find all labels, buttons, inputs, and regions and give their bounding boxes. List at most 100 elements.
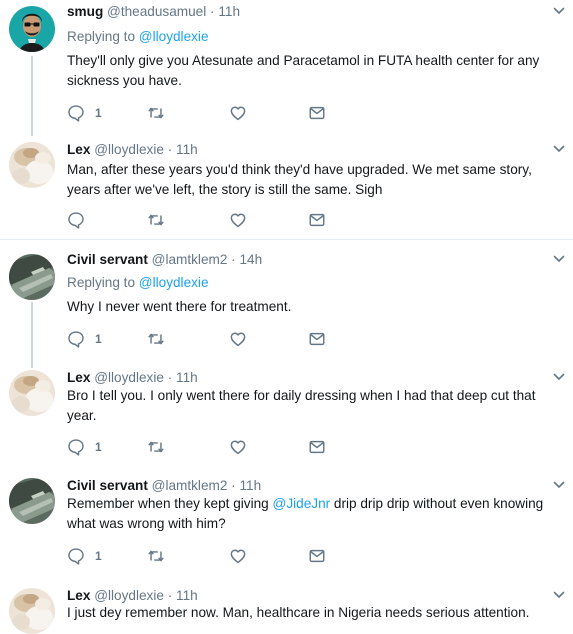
chevron-down-icon[interactable] xyxy=(552,252,566,266)
thread-connector-line xyxy=(31,56,33,136)
replying-to-label: Replying to xyxy=(67,29,136,44)
tweet[interactable]: smug @theadusamuel · 11h Replying to @ll… xyxy=(0,0,573,136)
speech-bubble-icon xyxy=(67,330,85,348)
heart-icon xyxy=(229,211,247,229)
replying-to-line: Replying to @lloydlexie xyxy=(67,274,209,292)
chevron-down-icon[interactable] xyxy=(552,478,566,492)
direct-message-button[interactable] xyxy=(308,546,326,566)
reply-button[interactable] xyxy=(67,210,85,230)
username[interactable]: @lamtklem2 xyxy=(152,252,228,267)
avatar[interactable] xyxy=(9,254,55,300)
tweet-text-part: Remember when they kept giving xyxy=(67,496,273,511)
avatar[interactable] xyxy=(9,588,55,634)
like-button[interactable] xyxy=(229,103,247,123)
tweet[interactable]: Civil servant @lamtklem2 · 14h Replying … xyxy=(0,248,573,368)
tweet-header: Civil servant @lamtklem2 · 11h xyxy=(67,477,261,495)
retweet-button[interactable] xyxy=(147,437,165,457)
envelope-icon xyxy=(308,438,326,456)
replying-to-mention[interactable]: @lloydlexie xyxy=(139,29,209,44)
reply-count: 1 xyxy=(95,440,102,454)
conversation-thread: smug @theadusamuel · 11h Replying to @ll… xyxy=(0,0,573,631)
speech-bubble-icon xyxy=(67,438,85,456)
like-button[interactable] xyxy=(229,546,247,566)
reply-count: 1 xyxy=(95,106,102,120)
tweet-actions: 1 xyxy=(67,546,337,566)
timestamp[interactable]: 11h xyxy=(218,4,240,19)
direct-message-button[interactable] xyxy=(308,210,326,230)
direct-message-button[interactable] xyxy=(308,103,326,123)
speech-bubble-icon xyxy=(67,104,85,122)
like-button[interactable] xyxy=(229,437,247,457)
timestamp[interactable]: 14h xyxy=(239,252,262,267)
tweet[interactable]: Lex @lloydlexie · 11h I just dey remembe… xyxy=(0,584,573,631)
reply-count: 1 xyxy=(95,549,102,563)
replying-to-line: Replying to @lloydlexie xyxy=(67,28,209,46)
mention-link[interactable]: @JideJnr xyxy=(273,496,331,511)
reply-count: 1 xyxy=(95,332,102,346)
thread-connector-line xyxy=(31,302,33,368)
timestamp[interactable]: 11h xyxy=(176,370,198,385)
display-name[interactable]: Civil servant xyxy=(67,252,148,267)
reply-button[interactable]: 1 xyxy=(67,546,102,566)
tweet-actions: 1 xyxy=(67,437,337,457)
like-button[interactable] xyxy=(229,329,247,349)
direct-message-button[interactable] xyxy=(308,329,326,349)
tweet-text: Bro I tell you. I only went there for da… xyxy=(67,388,536,423)
tweet-header: Lex @lloydlexie · 11h xyxy=(67,369,198,387)
display-name[interactable]: smug xyxy=(67,4,103,19)
tweet[interactable]: Lex @lloydlexie · 11h Man, after these y… xyxy=(0,138,573,240)
display-name[interactable]: Lex xyxy=(67,370,90,385)
speech-bubble-icon xyxy=(67,547,85,565)
chevron-down-icon[interactable] xyxy=(552,588,566,602)
tweet-header: Civil servant @lamtklem2 · 14h xyxy=(67,251,262,269)
retweet-button[interactable] xyxy=(147,329,165,349)
tweet-text: Why I never went there for treatment. xyxy=(67,299,292,314)
avatar[interactable] xyxy=(9,478,55,524)
display-name[interactable]: Lex xyxy=(67,588,90,603)
tweet-text: They'll only give you Atesunate and Para… xyxy=(67,53,540,88)
avatar[interactable] xyxy=(9,142,55,188)
tweet-actions: 1 xyxy=(67,329,337,349)
retweet-arrows-icon xyxy=(147,330,165,348)
retweet-button[interactable] xyxy=(147,546,165,566)
reply-button[interactable]: 1 xyxy=(67,329,102,349)
reply-button[interactable]: 1 xyxy=(67,103,102,123)
separator-dot: · xyxy=(227,478,240,493)
tweet[interactable]: Lex @lloydlexie · 11h Bro I tell you. I … xyxy=(0,366,573,468)
reply-button[interactable]: 1 xyxy=(67,437,102,457)
replying-to-mention[interactable]: @lloydlexie xyxy=(139,275,209,290)
heart-icon xyxy=(229,438,247,456)
like-button[interactable] xyxy=(229,210,247,230)
chevron-down-icon[interactable] xyxy=(552,370,566,384)
speech-bubble-icon xyxy=(67,211,85,229)
retweet-button[interactable] xyxy=(147,103,165,123)
direct-message-button[interactable] xyxy=(308,437,326,457)
username[interactable]: @lloydlexie xyxy=(94,370,164,385)
username[interactable]: @lloydlexie xyxy=(94,588,164,603)
username[interactable]: @lloydlexie xyxy=(94,142,164,157)
replying-to-label: Replying to xyxy=(67,275,136,290)
timestamp[interactable]: 11h xyxy=(239,478,261,493)
retweet-button[interactable] xyxy=(147,210,165,230)
avatar[interactable] xyxy=(9,370,55,416)
display-name[interactable]: Civil servant xyxy=(67,478,148,493)
tweet-text: Man, after these years you'd think they'… xyxy=(67,162,532,197)
retweet-arrows-icon xyxy=(147,547,165,565)
envelope-icon xyxy=(308,547,326,565)
separator-dot: · xyxy=(227,252,240,267)
retweet-arrows-icon xyxy=(147,211,165,229)
tweet[interactable]: Civil servant @lamtklem2 · 11h Remember … xyxy=(0,474,573,578)
tweet-header: smug @theadusamuel · 11h xyxy=(67,3,240,21)
envelope-icon xyxy=(308,104,326,122)
timestamp[interactable]: 11h xyxy=(176,588,198,603)
chevron-down-icon[interactable] xyxy=(552,142,566,156)
separator-dot: · xyxy=(206,4,219,19)
tweet-header: Lex @lloydlexie · 11h xyxy=(67,141,198,159)
timestamp[interactable]: 11h xyxy=(176,142,198,157)
avatar[interactable] xyxy=(9,6,55,52)
display-name[interactable]: Lex xyxy=(67,142,90,157)
chevron-down-icon[interactable] xyxy=(552,4,566,18)
username[interactable]: @lamtklem2 xyxy=(152,478,228,493)
username[interactable]: @theadusamuel xyxy=(107,4,206,19)
separator-dot: · xyxy=(163,142,177,157)
